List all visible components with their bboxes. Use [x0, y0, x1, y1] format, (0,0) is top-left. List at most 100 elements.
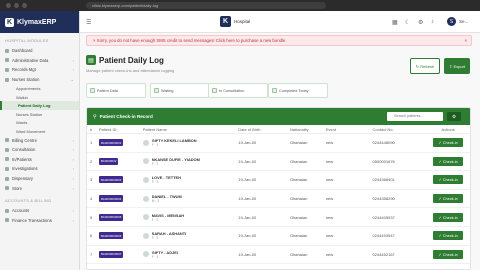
table-row[interactable]: 3 BA0000000003 LOVE - TETTEH F · 3 19-Jan…: [87, 171, 470, 190]
patient-meta: F · 3: [151, 161, 159, 166]
sidebar-subitem-patient-daily-log[interactable]: Patient Daily Log: [0, 101, 79, 110]
row-number: 6: [90, 233, 93, 239]
table-row[interactable]: 1 BA0000000001 GIFTY KEKELI LAMBON F · 3 …: [87, 134, 470, 153]
sidebar-item-finance-transactions[interactable]: Finance Transactions ›: [0, 216, 79, 226]
patient-name[interactable]: MAVIS - MENSAH: [152, 213, 184, 218]
stat-card-in-consultation[interactable]: In Consultation: [208, 83, 268, 98]
row-number: 5: [90, 214, 93, 220]
patient-id-badge[interactable]: BA0000000006: [98, 232, 124, 240]
sidebar-subitem-wards[interactable]: Wards: [0, 118, 79, 127]
table-row[interactable]: 6 BA0000000006 SARAH - ASHANTI F · 3 19-J…: [87, 227, 470, 246]
event: new: [325, 251, 334, 257]
grid-icon[interactable]: ▦: [392, 19, 398, 26]
alert-text[interactable]: × Sorry, you do not have enough SMS cred…: [93, 38, 287, 43]
patient-avatar: [142, 158, 149, 165]
sidebar-subitem-ward-movement[interactable]: Ward Movement: [0, 127, 79, 136]
column-header[interactable]: Date of Birth: [238, 127, 290, 132]
records-icon: [5, 67, 9, 72]
patient-id-badge[interactable]: BA0000000007: [98, 250, 124, 258]
address-bar[interactable]: clinic.klymaxerp.com/patient/daily-log: [86, 2, 326, 9]
bell-icon[interactable]: ♪: [431, 19, 434, 25]
sidebar-item-inpatients[interactable]: In/Patients ›: [0, 155, 79, 165]
column-header[interactable]: #: [87, 127, 99, 132]
table-row[interactable]: 7 BA0000000007 GIFTY - ADJEI F · 3 19-Jan…: [87, 246, 470, 265]
brand-logo[interactable]: K KlymaxERP: [0, 11, 79, 33]
checkin-button[interactable]: ✓ Check-in: [433, 138, 464, 148]
patient-id-badge[interactable]: BA0000000005: [98, 213, 124, 221]
filter-button[interactable]: ⚙: [447, 112, 461, 121]
card-title: Patient Check-in Record: [99, 114, 153, 119]
column-header[interactable]: Event: [326, 127, 373, 132]
sidebar-item-records-mgt[interactable]: Records Mgt ›: [0, 65, 79, 75]
column-header[interactable]: Contact No.: [373, 127, 427, 132]
sidebar-item-label: Dashboard: [12, 48, 33, 54]
export-button[interactable]: ⇪ Export: [444, 58, 470, 74]
checkin-button[interactable]: ✓ Check-in: [433, 156, 464, 166]
moon-icon[interactable]: ☾: [405, 19, 410, 26]
stat-label: Waiting: [161, 88, 174, 93]
hospital-logo-icon: K: [220, 16, 231, 27]
patient-id-badge[interactable]: BA0000032: [98, 157, 119, 165]
table-row[interactable]: 2 BA0000032 NKANSE DUFIE - YIADOM F · 3 1…: [87, 153, 470, 172]
refresh-button[interactable]: ↻ Refresh: [410, 58, 440, 74]
avatar[interactable]: S: [447, 17, 456, 26]
nationality: Ghanaian: [289, 158, 308, 164]
sidebar-item-nurses-station[interactable]: Nurses Station ⌄: [0, 75, 79, 85]
gear-icon[interactable]: ⚙: [418, 19, 423, 26]
sidebar-item-accounts[interactable]: Accounts ›: [0, 206, 79, 216]
sidebar-item-billing-centre[interactable]: Billing Centre ›: [0, 135, 79, 145]
row-number: 4: [90, 196, 93, 202]
patient-name[interactable]: GIFTY KEKELI LAMBON: [152, 138, 197, 143]
column-header[interactable]: Patient ID: [99, 127, 143, 132]
checkin-button[interactable]: ✓ Check-in: [433, 231, 464, 241]
patient-meta: F · 3: [151, 180, 159, 185]
sms-credit-alert[interactable]: × Sorry, you do not have enough SMS cred…: [86, 35, 472, 46]
sidebar-subitem-nurses-station[interactable]: Nurses Station: [0, 110, 79, 119]
sidebar-item-label: Finance Transactions: [12, 217, 52, 223]
patient-name[interactable]: NKANSE DUFIE - YIADOM: [152, 157, 200, 162]
stat-card-completed-today[interactable]: Completed Today: [268, 83, 328, 98]
checkin-button[interactable]: ✓ Check-in: [433, 249, 464, 259]
checkin-button[interactable]: ✓ Check-in: [433, 212, 464, 222]
back-icon[interactable]: [6, 3, 11, 8]
checkin-button[interactable]: ✓ Check-in: [433, 194, 464, 204]
sidebar-section-title: HOSPITAL MODULES: [5, 38, 49, 43]
sidebar-item-dispensary[interactable]: Dispensary ›: [0, 174, 79, 184]
sidebar-item-investigations[interactable]: Investigations ›: [0, 164, 79, 174]
date-of-birth: 19-Jan-00: [238, 177, 257, 183]
date-of-birth: 19-Jan-00: [238, 140, 257, 146]
search-input[interactable]: [387, 112, 443, 121]
chevron-right-icon: ›: [72, 208, 74, 214]
page-title: Patient Daily Log: [99, 56, 164, 65]
nationality: Ghanaian: [289, 233, 308, 239]
sidebar-subitem-appointments[interactable]: Appointments: [0, 84, 79, 93]
menu-icon[interactable]: ☰: [86, 19, 91, 26]
patient-id-badge[interactable]: BA0000000001: [98, 139, 124, 147]
forward-icon[interactable]: [14, 3, 19, 8]
table-body: 1 BA0000000001 GIFTY KEKELI LAMBON F · 3 …: [87, 134, 470, 265]
table-row[interactable]: 5 BA0000000005 MAVIS - MENSAH F · 3 19-Ja…: [87, 208, 470, 227]
checkin-button[interactable]: ✓ Check-in: [433, 175, 464, 185]
reload-icon[interactable]: [22, 3, 27, 8]
user-name[interactable]: Se...: [459, 19, 468, 24]
patient-id-badge[interactable]: BA0000000004: [98, 195, 124, 203]
event: new: [325, 158, 334, 164]
column-header[interactable]: Nationality: [290, 127, 326, 132]
sidebar-item-administrative-data[interactable]: Administrative Data ›: [0, 56, 79, 66]
column-header[interactable]: Patient Name: [143, 127, 239, 132]
patient-id-badge[interactable]: BA0000000003: [98, 176, 124, 184]
sidebar-item-store[interactable]: Store ›: [0, 183, 79, 193]
sidebar-item-dashboard[interactable]: Dashboard: [0, 46, 79, 56]
sidebar-item-label: Investigations: [12, 166, 38, 172]
nationality: Ghanaian: [289, 214, 308, 220]
sidebar: K KlymaxERP HOSPITAL MODULES Dashboard A…: [0, 11, 80, 270]
sidebar-item-consultation[interactable]: Consultation ›: [0, 145, 79, 155]
close-icon[interactable]: ×: [464, 36, 467, 45]
table-row[interactable]: 4 BA0000000004 DANIEL - TWUM M · 3 19-Jan…: [87, 190, 470, 209]
stat-card-patient-data[interactable]: Patient Data: [86, 83, 146, 98]
nurse-icon: [5, 77, 9, 82]
stat-card-waiting[interactable]: Waiting: [150, 83, 210, 98]
sidebar-subitem-walkin[interactable]: Walkin: [0, 93, 79, 102]
stat-label: Patient Data: [97, 88, 118, 93]
date-of-birth: 19-Jan-00: [238, 214, 257, 220]
